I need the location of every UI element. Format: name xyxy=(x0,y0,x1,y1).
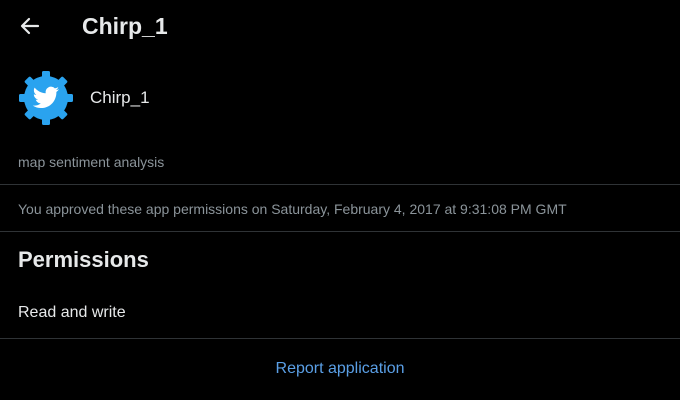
bird-gear-logo-icon xyxy=(19,71,73,125)
divider xyxy=(0,184,680,185)
report-application-row: Report application xyxy=(0,359,680,379)
arrow-left-icon xyxy=(20,17,40,35)
divider xyxy=(0,338,680,339)
back-button[interactable] xyxy=(14,10,46,42)
approval-timestamp: You approved these app permissions on Sa… xyxy=(18,201,567,217)
divider xyxy=(0,231,680,232)
page-header: Chirp_1 xyxy=(0,0,680,52)
app-name: Chirp_1 xyxy=(90,88,150,107)
report-application-link[interactable]: Report application xyxy=(276,360,405,377)
app-permission-detail-page: Chirp_1 Chirp_1 map sentiment analysis Y… xyxy=(0,0,680,400)
app-info-row: Chirp_1 xyxy=(18,70,150,126)
app-description: map sentiment analysis xyxy=(18,154,165,170)
page-title: Chirp_1 xyxy=(82,13,168,39)
permissions-heading: Permissions xyxy=(18,247,149,272)
permission-level: Read and write xyxy=(18,304,126,321)
